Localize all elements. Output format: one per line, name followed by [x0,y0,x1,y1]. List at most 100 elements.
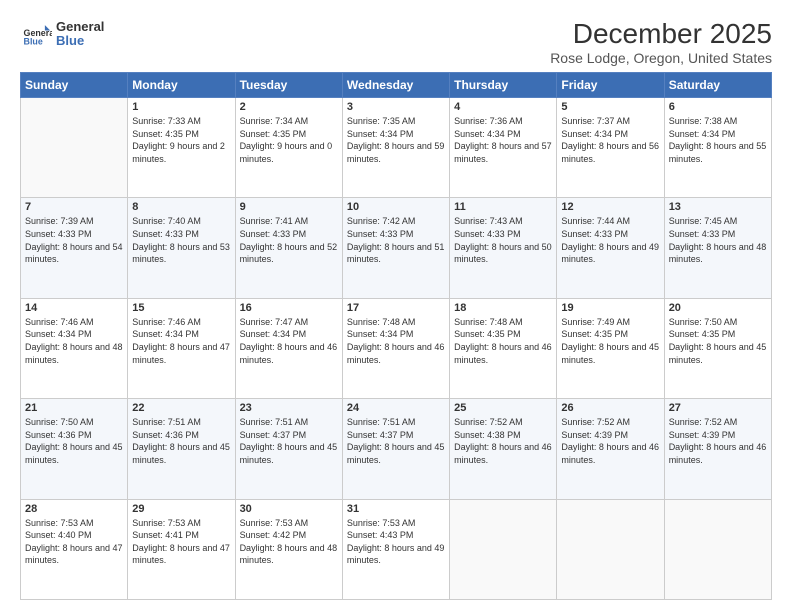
logo: General Blue General Blue [20,18,104,50]
calendar-header-monday: Monday [128,73,235,98]
calendar-cell: 16Sunrise: 7:47 AMSunset: 4:34 PMDayligh… [235,298,342,398]
day-info: Sunrise: 7:37 AMSunset: 4:34 PMDaylight:… [561,115,659,165]
logo-text: General Blue [56,20,104,49]
calendar-cell: 20 Sunrise: 7:50 AMSunset: 4:35 PMDayligh… [664,298,771,398]
day-number: 12 [561,201,659,213]
calendar-cell: 7Sunrise: 7:39 AMSunset: 4:33 PMDaylight… [21,198,128,298]
day-info: Sunrise: 7:43 AMSunset: 4:33 PMDaylight:… [454,215,552,265]
day-info: Sunrise: 7:51 AMSunset: 4:37 PMDaylight:… [347,416,445,466]
day-info: Sunrise: 7:47 AMSunset: 4:34 PMDaylight:… [240,316,338,366]
day-number: 20 [669,302,767,314]
calendar-header-friday: Friday [557,73,664,98]
day-info: Sunrise: 7:33 AMSunset: 4:35 PMDaylight:… [132,115,230,165]
day-number: 2 [240,101,338,113]
day-info: Sunrise: 7:48 AMSunset: 4:34 PMDaylight:… [347,316,445,366]
day-info: Sunrise: 7:39 AMSunset: 4:33 PMDaylight:… [25,215,123,265]
day-info: Sunrise: 7:51 AMSunset: 4:37 PMDaylight:… [240,416,338,466]
day-info: Sunrise: 7:52 AMSunset: 4:39 PMDaylight:… [669,416,767,466]
page-subtitle: Rose Lodge, Oregon, United States [550,50,772,66]
day-number: 6 [669,101,767,113]
day-info: Sunrise: 7:52 AMSunset: 4:38 PMDaylight:… [454,416,552,466]
calendar-cell: 21 Sunrise: 7:50 AMSunset: 4:36 PMDayligh… [21,399,128,499]
calendar-cell [664,499,771,599]
calendar-header-saturday: Saturday [664,73,771,98]
day-number: 17 [347,302,445,314]
calendar-cell: 19Sunrise: 7:49 AMSunset: 4:35 PMDayligh… [557,298,664,398]
day-number: 14 [25,302,123,314]
logo-line2: Blue [56,34,104,48]
page: General Blue General Blue December 2025 … [0,0,792,612]
calendar-header-wednesday: Wednesday [342,73,449,98]
day-number: 22 [132,402,230,414]
calendar-week-row: 21 Sunrise: 7:50 AMSunset: 4:36 PMDayligh… [21,399,772,499]
day-info: Sunrise: 7:46 AMSunset: 4:34 PMDaylight:… [132,316,230,366]
calendar-cell: 27 Sunrise: 7:52 AMSunset: 4:39 PMDayligh… [664,399,771,499]
day-info: Sunrise: 7:45 AMSunset: 4:33 PMDaylight:… [669,215,767,265]
day-number: 29 [132,503,230,515]
day-number: 23 [240,402,338,414]
calendar-cell [450,499,557,599]
day-number: 26 [561,402,659,414]
calendar-cell: 2 Sunrise: 7:34 AMSunset: 4:35 PMDaylight… [235,98,342,198]
day-info: Sunrise: 7:50 AMSunset: 4:35 PMDaylight:… [669,316,767,366]
calendar-cell: 25Sunrise: 7:52 AMSunset: 4:38 PMDayligh… [450,399,557,499]
day-info: Sunrise: 7:50 AMSunset: 4:36 PMDaylight:… [25,416,123,466]
day-number: 11 [454,201,552,213]
day-info: Sunrise: 7:53 AMSunset: 4:41 PMDaylight:… [132,517,230,567]
day-number: 27 [669,402,767,414]
day-info: Sunrise: 7:35 AMSunset: 4:34 PMDaylight:… [347,115,445,165]
calendar-cell: 18Sunrise: 7:48 AMSunset: 4:35 PMDayligh… [450,298,557,398]
day-number: 8 [132,201,230,213]
calendar-header-tuesday: Tuesday [235,73,342,98]
title-block: December 2025 Rose Lodge, Oregon, United… [550,18,772,66]
calendar-cell: 26 Sunrise: 7:52 AMSunset: 4:39 PMDayligh… [557,399,664,499]
calendar-cell [557,499,664,599]
calendar-cell: 11 Sunrise: 7:43 AMSunset: 4:33 PMDayligh… [450,198,557,298]
calendar-cell: 24 Sunrise: 7:51 AMSunset: 4:37 PMDayligh… [342,399,449,499]
calendar-cell: 4Sunrise: 7:36 AMSunset: 4:34 PMDaylight… [450,98,557,198]
header: General Blue General Blue December 2025 … [20,18,772,66]
day-number: 24 [347,402,445,414]
day-number: 1 [132,101,230,113]
calendar-cell: 31 Sunrise: 7:53 AMSunset: 4:43 PMDayligh… [342,499,449,599]
day-info: Sunrise: 7:49 AMSunset: 4:35 PMDaylight:… [561,316,659,366]
calendar-week-row: 28Sunrise: 7:53 AMSunset: 4:40 PMDayligh… [21,499,772,599]
day-number: 3 [347,101,445,113]
calendar-cell: 17 Sunrise: 7:48 AMSunset: 4:34 PMDayligh… [342,298,449,398]
calendar-header-thursday: Thursday [450,73,557,98]
day-number: 13 [669,201,767,213]
calendar-cell: 10Sunrise: 7:42 AMSunset: 4:33 PMDayligh… [342,198,449,298]
day-number: 9 [240,201,338,213]
day-number: 5 [561,101,659,113]
day-info: Sunrise: 7:41 AMSunset: 4:33 PMDaylight:… [240,215,338,265]
calendar-cell: 15Sunrise: 7:46 AMSunset: 4:34 PMDayligh… [128,298,235,398]
day-info: Sunrise: 7:36 AMSunset: 4:34 PMDaylight:… [454,115,552,165]
calendar-cell: 1 Sunrise: 7:33 AMSunset: 4:35 PMDaylight… [128,98,235,198]
calendar-cell: 12 Sunrise: 7:44 AMSunset: 4:33 PMDayligh… [557,198,664,298]
day-number: 30 [240,503,338,515]
calendar-cell: 14 Sunrise: 7:46 AMSunset: 4:34 PMDayligh… [21,298,128,398]
day-info: Sunrise: 7:40 AMSunset: 4:33 PMDaylight:… [132,215,230,265]
day-info: Sunrise: 7:46 AMSunset: 4:34 PMDaylight:… [25,316,123,366]
calendar-cell: 9 Sunrise: 7:41 AMSunset: 4:33 PMDaylight… [235,198,342,298]
calendar-cell [21,98,128,198]
logo-line1: General [56,20,104,34]
calendar-cell: 28Sunrise: 7:53 AMSunset: 4:40 PMDayligh… [21,499,128,599]
calendar-cell: 8 Sunrise: 7:40 AMSunset: 4:33 PMDaylight… [128,198,235,298]
day-info: Sunrise: 7:52 AMSunset: 4:39 PMDaylight:… [561,416,659,466]
day-info: Sunrise: 7:53 AMSunset: 4:40 PMDaylight:… [25,517,123,567]
day-info: Sunrise: 7:53 AMSunset: 4:43 PMDaylight:… [347,517,445,567]
calendar-cell: 30 Sunrise: 7:53 AMSunset: 4:42 PMDayligh… [235,499,342,599]
calendar-week-row: 14 Sunrise: 7:46 AMSunset: 4:34 PMDayligh… [21,298,772,398]
day-info: Sunrise: 7:53 AMSunset: 4:42 PMDaylight:… [240,517,338,567]
day-info: Sunrise: 7:34 AMSunset: 4:35 PMDaylight:… [240,115,338,165]
calendar-week-row: 7Sunrise: 7:39 AMSunset: 4:33 PMDaylight… [21,198,772,298]
logo-icon: General Blue [20,18,52,50]
day-info: Sunrise: 7:42 AMSunset: 4:33 PMDaylight:… [347,215,445,265]
svg-text:Blue: Blue [24,37,43,47]
day-number: 31 [347,503,445,515]
day-number: 21 [25,402,123,414]
calendar-cell: 5 Sunrise: 7:37 AMSunset: 4:34 PMDaylight… [557,98,664,198]
day-info: Sunrise: 7:44 AMSunset: 4:33 PMDaylight:… [561,215,659,265]
calendar-cell: 6Sunrise: 7:38 AMSunset: 4:34 PMDaylight… [664,98,771,198]
